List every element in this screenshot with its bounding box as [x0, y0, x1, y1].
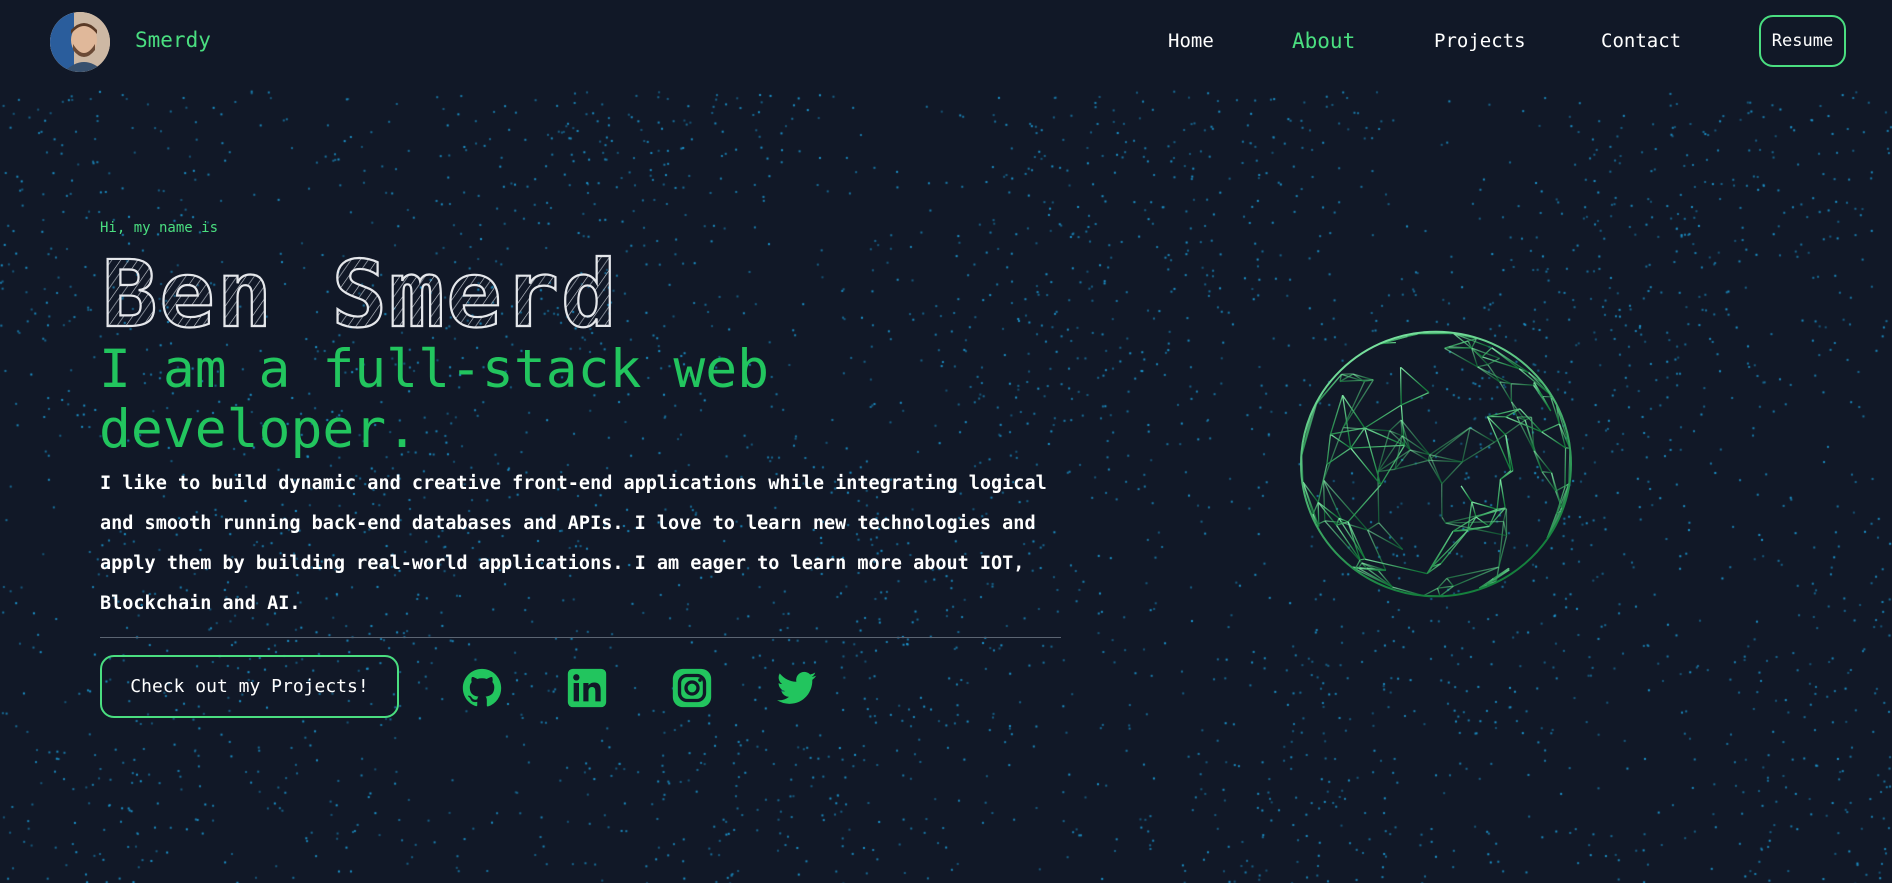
- hero-tagline: I am a full-stack web developer.: [99, 339, 770, 460]
- wireframe-globe: [1300, 330, 1572, 598]
- github-icon[interactable]: [460, 666, 504, 710]
- instagram-icon[interactable]: [670, 666, 714, 710]
- avatar[interactable]: [50, 12, 110, 72]
- nav-projects[interactable]: Projects: [1434, 30, 1526, 52]
- check-projects-button[interactable]: Check out my Projects!: [100, 655, 399, 718]
- greeting-text: Hi, my name is: [100, 220, 219, 236]
- hero-bio: I like to build dynamic and creative fro…: [100, 473, 1047, 614]
- nav-about[interactable]: About: [1292, 29, 1355, 53]
- resume-button[interactable]: Resume: [1759, 15, 1846, 67]
- brand-link[interactable]: Smerdy: [135, 28, 211, 52]
- linkedin-icon[interactable]: [565, 666, 609, 710]
- hero-name-text: Ben Smerd: [102, 246, 619, 336]
- hero-name: Ben Smerd: [101, 246, 619, 336]
- nav-contact[interactable]: Contact: [1601, 30, 1681, 52]
- nav-home[interactable]: Home: [1168, 30, 1214, 52]
- twitter-icon[interactable]: [775, 666, 819, 710]
- site-header: Smerdy Home About Projects Contact Resum…: [0, 0, 1892, 84]
- divider: [100, 637, 1061, 638]
